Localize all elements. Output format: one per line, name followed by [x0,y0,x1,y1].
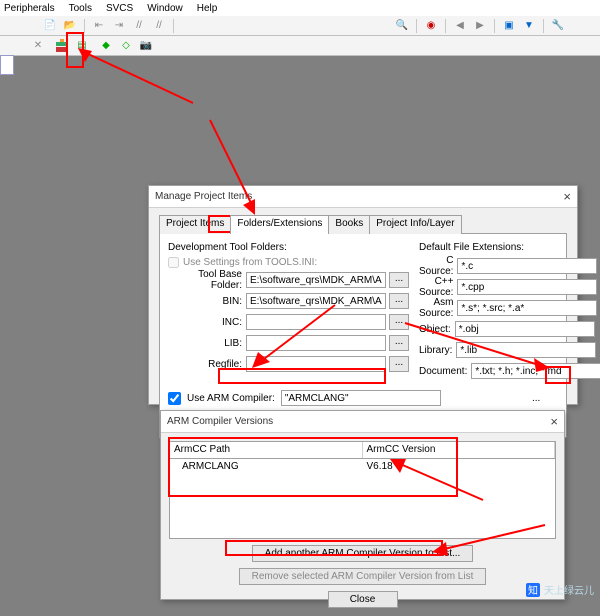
dialog-title: Manage Project Items [155,191,252,202]
target2-icon[interactable]: ◇ [118,38,134,54]
toolbar-icon[interactable]: 📄 [42,18,58,34]
use-tools-ini-label: Use Settings from TOOLS.INI: [183,257,317,268]
col-armcc-version[interactable]: ArmCC Version [363,442,556,458]
bookmark-icon[interactable]: ▼ [521,18,537,34]
col-armcc-path[interactable]: ArmCC Path [170,442,363,458]
compiler-list[interactable]: ARMCLANG V6.18 [169,459,556,539]
bookmark-icon[interactable]: ▣ [501,18,517,34]
asm-source-label: Asm Source: [419,297,457,319]
side-tab[interactable] [0,55,14,75]
menu-tools[interactable]: Tools [69,3,92,14]
dialog-title: ARM Compiler Versions [167,416,273,427]
armcc-path-cell: ARMCLANG [170,459,363,474]
dev-folders-label: Development Tool Folders: [168,242,409,253]
indent-right-icon[interactable]: ⇥ [111,18,127,34]
debug-icon[interactable]: ◉ [423,18,439,34]
c-source-input[interactable] [457,258,597,274]
close-icon[interactable]: × [563,189,571,204]
object-label: Object: [419,324,455,335]
bin-label: BIN: [168,296,246,307]
use-tools-ini-checkbox [168,257,179,268]
dialog-tabs: Project Items Folders/Extensions Books P… [159,214,567,234]
bin-input[interactable] [246,293,386,309]
toolbar-main: 📄 📂 ⇤ ⇥ // // 🔍 ◉ ◀ ▶ ▣ ▼ 🔧 [0,16,600,36]
list-row[interactable]: ARMCLANG V6.18 [170,459,555,474]
menu-svcs[interactable]: SVCS [106,3,133,14]
regfile-input[interactable] [246,356,386,372]
lib-label: LIB: [168,338,246,349]
base-folder-input[interactable] [246,272,386,288]
menu-window[interactable]: Window [147,3,183,14]
comment-icon[interactable]: // [131,18,147,34]
base-folder-label: Tool Base Folder: [168,269,246,291]
browse-button[interactable]: ... [389,356,409,372]
library-label: Library: [419,345,456,356]
document-label: Document: [419,366,471,377]
watermark: 知 天上绿云儿 [526,582,594,597]
browse-button[interactable]: ... [389,293,409,309]
compiler-list-header: ArmCC Path ArmCC Version [169,441,556,459]
target-icon[interactable]: ◆ [98,38,114,54]
back-icon[interactable]: ◀ [452,18,468,34]
uncomment-icon[interactable]: // [151,18,167,34]
menu-help[interactable]: Help [197,3,218,14]
config-icon[interactable]: 🔧 [550,18,566,34]
manage-project-icon[interactable] [54,38,70,54]
browse-button[interactable]: ... [389,314,409,330]
inc-input[interactable] [246,314,386,330]
inc-label: INC: [168,317,246,328]
arm-compiler-browse-button[interactable]: ... [532,393,554,404]
tab-folders-extensions[interactable]: Folders/Extensions [230,215,329,234]
arm-compiler-input[interactable] [281,390,441,406]
regfile-label: Regfile: [168,359,246,370]
menu-bar: Peripherals Tools SVCS Window Help [0,0,600,16]
arm-compiler-versions-dialog: ARM Compiler Versions × ArmCC Path ArmCC… [160,410,565,600]
expand-icon[interactable]: ✕ [30,38,46,54]
asm-source-input[interactable] [457,300,597,316]
tab-project-items[interactable]: Project Items [159,215,231,234]
browse-button[interactable]: ... [389,335,409,351]
close-icon[interactable]: × [550,414,558,429]
close-button[interactable]: Close [328,591,398,608]
use-arm-compiler-label: Use ARM Compiler: [187,393,275,404]
toolbar-icon[interactable]: 📂 [62,18,78,34]
find-icon[interactable]: 🔍 [394,18,410,34]
menu-peripherals[interactable]: Peripherals [4,3,55,14]
remove-compiler-button: Remove selected ARM Compiler Version fro… [239,568,487,585]
lib-input[interactable] [246,335,386,351]
document-input[interactable] [471,363,600,379]
annotation-arrow [78,48,198,108]
c-source-label: C Source: [419,255,457,277]
manage-project-dialog: Manage Project Items × Project Items Fol… [148,185,578,405]
default-ext-label: Default File Extensions: [419,242,569,253]
zhihu-icon: 知 [526,583,540,597]
object-input[interactable] [455,321,595,337]
tab-books[interactable]: Books [328,215,370,234]
camera-icon[interactable]: 📷 [138,38,154,54]
cpp-source-input[interactable] [457,279,597,295]
browse-button[interactable]: ... [389,272,409,288]
fwd-icon[interactable]: ▶ [472,18,488,34]
armcc-version-cell: V6.18 [363,459,556,474]
cpp-source-label: C++ Source: [419,276,457,298]
add-compiler-button[interactable]: Add another ARM Compiler Version to List… [252,545,474,562]
toolbar-project: ✕ ▤ ◆ ◇ 📷 [0,36,600,56]
tab-project-info[interactable]: Project Info/Layer [369,215,461,234]
books-icon[interactable]: ▤ [74,38,90,54]
indent-left-icon[interactable]: ⇤ [91,18,107,34]
watermark-text: 天上绿云儿 [544,582,594,597]
use-arm-compiler-checkbox[interactable] [168,392,181,405]
library-input[interactable] [456,342,596,358]
